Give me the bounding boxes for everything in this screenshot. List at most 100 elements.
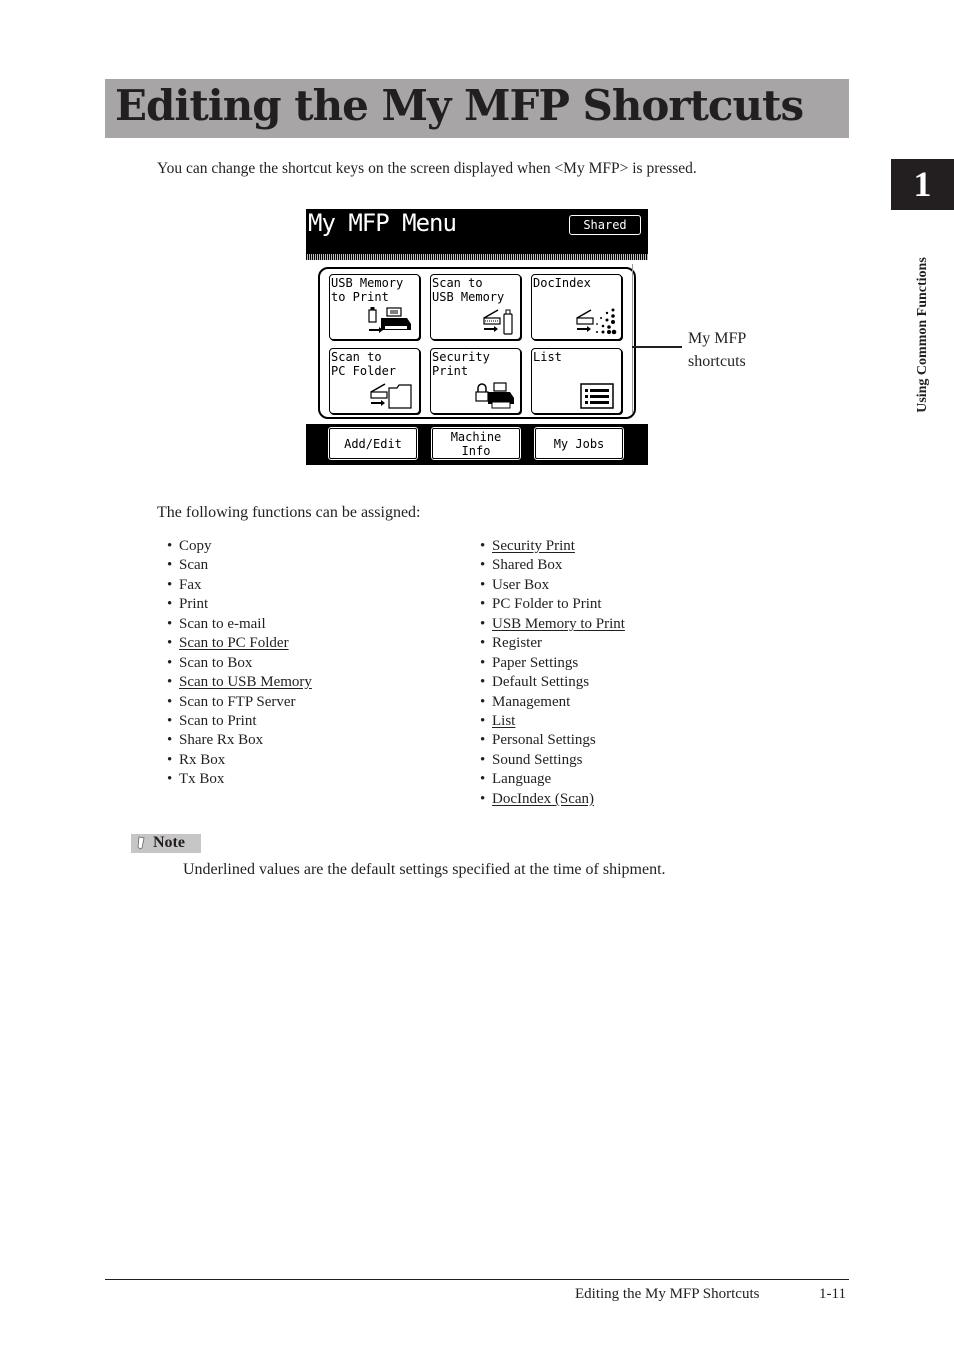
list-item-text: Fax (179, 576, 202, 593)
list-icon (580, 383, 614, 409)
lock-printer-icon (475, 382, 514, 409)
bullet-icon: • (167, 693, 173, 710)
list-item: • DocIndex (Scan) (480, 790, 625, 809)
list-item-text: Scan to USB Memory (179, 674, 312, 691)
list-item: • Rx Box (167, 751, 312, 770)
page-title-bar: Editing the My MFP Shortcuts (105, 79, 849, 138)
list-item-text: User Box (492, 576, 550, 593)
list-item-text: List (492, 712, 516, 729)
list-item: • Scan to FTP Server (167, 693, 312, 712)
bullet-icon: • (480, 538, 486, 554)
bullet-icon: • (480, 596, 486, 613)
list-item-text: DocIndex (Scan) (492, 790, 595, 807)
list-item: • Tx Box (167, 770, 312, 789)
list-item-text: Print (179, 596, 209, 613)
list-item: • Language (480, 770, 625, 789)
list-item-text: Share Rx Box (179, 732, 264, 749)
bullet-icon: • (480, 790, 486, 807)
list-item: • Print (167, 595, 312, 614)
bullet-icon: • (167, 635, 173, 652)
my-jobs-button[interactable]: My Jobs (533, 426, 625, 461)
shortcut-label: Security Print (432, 350, 490, 378)
list-item: • Management (480, 693, 625, 712)
mfp-body: USB Memory to Print Scan to USB Memory D… (306, 260, 648, 424)
note-text: Underlined values are the default settin… (183, 861, 666, 878)
list-item-text: Sound Settings (492, 751, 583, 768)
list-item: • Scan to PC Folder (167, 634, 312, 653)
list-item: • User Box (480, 576, 625, 595)
usb-to-printer-icon (368, 307, 411, 333)
list-item: • Paper Settings (480, 654, 625, 673)
assignable-heading: The following functions can be assigned: (157, 504, 421, 521)
bullet-icon: • (167, 712, 173, 729)
shortcut-scan-to-usb-memory[interactable]: Scan to USB Memory (430, 274, 521, 340)
list-item-text: Rx Box (179, 751, 226, 768)
bullet-icon: • (480, 732, 486, 749)
bullet-icon: • (167, 732, 173, 749)
list-item-text: Language (492, 771, 552, 788)
list-item-text: Paper Settings (492, 654, 579, 671)
list-item: • PC Folder to Print (480, 595, 625, 614)
list-item-text: Scan to PC Folder (179, 635, 289, 652)
bullet-icon: • (480, 771, 486, 788)
chapter-label: Using Common Functions (915, 257, 930, 413)
list-item-text: Shared Box (492, 557, 563, 574)
note-label: Note (153, 834, 185, 851)
footer-page-number: 1-11 (819, 1286, 846, 1302)
bullet-icon: • (480, 712, 486, 729)
shortcut-docindex[interactable]: DocIndex (531, 274, 622, 340)
assignable-list-right: • Security Print • Shared Box • User Box • PC F… (480, 537, 625, 809)
assignable-list-left: • Copy • Scan • Fax • Print • Scan to e-mail • Scan… (167, 537, 312, 790)
mfp-menu-title: My MFP Menu (308, 209, 457, 237)
list-item: • Copy (167, 537, 312, 556)
list-item: • Shared Box (480, 556, 625, 575)
bullet-icon: • (167, 538, 173, 554)
list-item-text: Personal Settings (492, 732, 596, 749)
list-item: • Security Print (480, 537, 625, 556)
mfp-bottom-bar: Add/Edit Machine Info My Jobs (306, 424, 648, 465)
chapter-number: 1 (913, 164, 932, 204)
list-item-text: Tx Box (179, 771, 225, 788)
shortcut-scan-to-pc-folder[interactable]: Scan to PC Folder (329, 348, 420, 414)
bullet-icon: • (480, 557, 486, 574)
shared-button[interactable]: Shared (569, 215, 641, 235)
shortcut-label: DocIndex (533, 276, 591, 290)
shortcut-security-print[interactable]: Security Print (430, 348, 521, 414)
shortcut-label: Scan to USB Memory (432, 276, 505, 304)
scanner-to-folder-icon (370, 383, 412, 409)
pencil-icon (137, 836, 145, 850)
mfp-screen-illustration: My MFP Menu Shared USB Memory to Print S… (306, 209, 648, 465)
list-item: • Scan (167, 556, 312, 575)
bullet-icon: • (480, 635, 486, 652)
list-item-text: PC Folder to Print (492, 596, 602, 613)
list-item-text: Scan to e-mail (179, 615, 266, 632)
list-item: • Default Settings (480, 673, 625, 692)
list-item: • Share Rx Box (167, 731, 312, 750)
bullet-icon: • (480, 693, 486, 710)
list-item: • Register (480, 634, 625, 653)
bullet-icon: • (167, 771, 173, 788)
bullet-icon: • (480, 674, 486, 691)
list-item: • USB Memory to Print (480, 615, 625, 634)
shortcut-usb-memory-to-print[interactable]: USB Memory to Print (329, 274, 420, 340)
list-item-text: Security Print (492, 538, 575, 554)
bullet-icon: • (167, 576, 173, 593)
scanner-to-usb-icon (483, 309, 513, 335)
list-item: • List (480, 712, 625, 731)
list-item-text: Scan to FTP Server (179, 693, 296, 710)
shortcut-list[interactable]: List (531, 348, 622, 414)
chapter-tab: 1 (891, 159, 954, 210)
list-item-text: Scan (179, 557, 209, 574)
list-item: • Scan to Box (167, 654, 312, 673)
list-item-text: Register (492, 635, 542, 652)
bullet-icon: • (167, 596, 173, 613)
shortcut-label: List (533, 350, 562, 364)
list-item-text: Default Settings (492, 674, 590, 691)
bullet-icon: • (480, 654, 486, 671)
callout-bracket (632, 264, 633, 414)
machine-info-button[interactable]: Machine Info (430, 426, 522, 461)
add-edit-button[interactable]: Add/Edit (327, 426, 419, 461)
bullet-icon: • (167, 557, 173, 574)
list-item-text: Scan to Print (179, 712, 257, 729)
list-item: • Scan to Print (167, 712, 312, 731)
